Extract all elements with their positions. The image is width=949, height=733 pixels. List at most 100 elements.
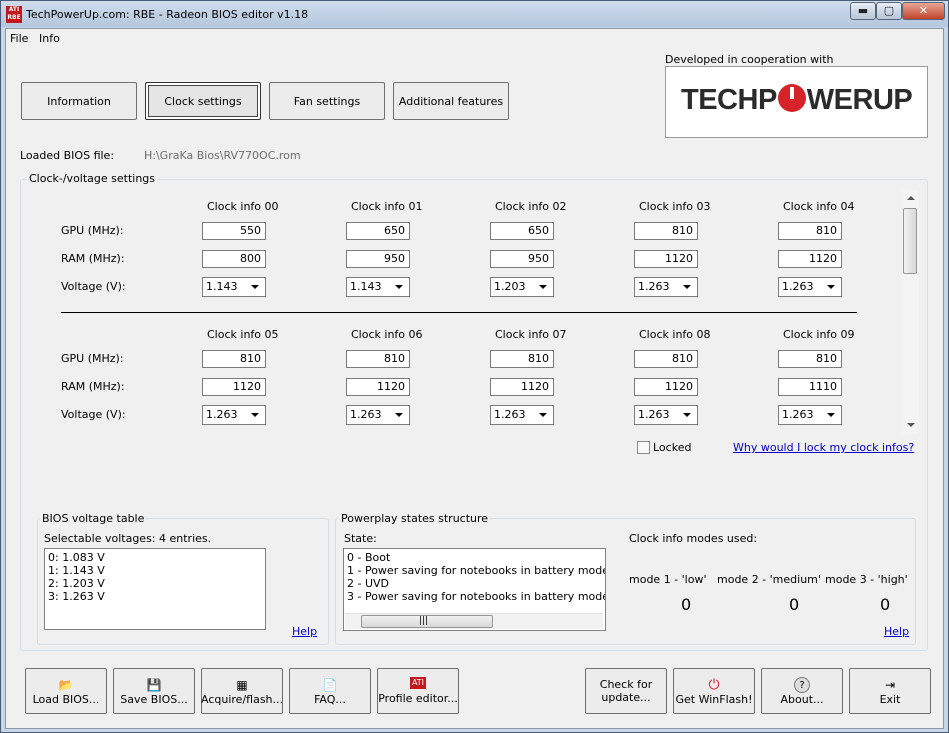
clock-info-header: Clock info 09 xyxy=(783,328,855,341)
gpu-clock-input[interactable]: 810 xyxy=(778,222,842,240)
gpu-clock-input[interactable]: 810 xyxy=(634,350,698,368)
mode-medium-label: mode 2 - 'medium' xyxy=(717,573,821,586)
profile-editor-button[interactable]: ATI Profile editor... xyxy=(377,668,459,714)
tab-fan-settings[interactable]: Fan settings xyxy=(269,82,385,120)
menu-bar: File Info xyxy=(6,29,943,49)
list-item[interactable]: 2 - UVD xyxy=(344,577,605,590)
voltage-value: 1.263 xyxy=(206,408,238,421)
state-horizontal-scrollbar[interactable]: ||| xyxy=(345,613,603,629)
list-item[interactable]: 2: 1.203 V xyxy=(45,577,265,590)
voltage-dropdown[interactable]: 1.263 xyxy=(202,405,266,425)
floppy-icon: 💾 xyxy=(146,677,162,692)
scroll-up-icon[interactable] xyxy=(907,196,915,200)
list-item[interactable]: 3 - Power saving for notebooks in batter… xyxy=(344,590,605,603)
acquire-flash-button[interactable]: ▦ Acquire/flash... xyxy=(201,668,283,714)
minimize-button[interactable]: ▬ xyxy=(850,2,876,20)
exit-button[interactable]: ⇥ Exit xyxy=(849,668,931,714)
mode-medium-value: 0 xyxy=(789,595,800,614)
ram-clock-input[interactable]: 1120 xyxy=(778,250,842,268)
voltage-help-link[interactable]: Help xyxy=(292,625,317,638)
gpu-clock-input[interactable]: 650 xyxy=(346,222,410,240)
ram-clock-input[interactable]: 1120 xyxy=(490,378,554,396)
about-button[interactable]: ? About... xyxy=(761,668,843,714)
gpu-clock-input[interactable]: 810 xyxy=(778,350,842,368)
menu-file[interactable]: File xyxy=(10,32,28,45)
clock-info-header: Clock info 07 xyxy=(495,328,567,341)
lock-info-link[interactable]: Why would I lock my clock infos? xyxy=(733,441,914,454)
check-for-update-button[interactable]: Check for update... xyxy=(585,668,667,714)
clock-info-header: Clock info 06 xyxy=(351,328,423,341)
maximize-button[interactable]: ▢ xyxy=(876,2,902,20)
gpu-clock-input[interactable]: 810 xyxy=(490,350,554,368)
load-bios-button[interactable]: 📂 Load BIOS... xyxy=(25,668,107,714)
voltage-dropdown[interactable]: 1.263 xyxy=(490,405,554,425)
gpu-clock-input[interactable]: 810 xyxy=(634,222,698,240)
ram-clock-input[interactable]: 950 xyxy=(346,250,410,268)
gpu-clock-input[interactable]: 650 xyxy=(490,222,554,240)
mode-high-value: 0 xyxy=(880,595,891,614)
gpu-clock-input[interactable]: 550 xyxy=(202,222,266,240)
chevron-down-icon xyxy=(683,285,691,289)
ram-clock-input[interactable]: 1110 xyxy=(778,378,842,396)
row-label-gpu: GPU (MHz): xyxy=(61,352,124,365)
voltage-dropdown[interactable]: 1.263 xyxy=(634,277,698,297)
voltage-dropdown[interactable]: 1.143 xyxy=(202,277,266,297)
clock-vertical-scrollbar[interactable] xyxy=(902,190,919,434)
techpowerup-logo-panel[interactable]: TECHP WERUP xyxy=(665,66,928,138)
list-item[interactable]: 3: 1.263 V xyxy=(45,590,265,603)
voltage-dropdown[interactable]: 1.263 xyxy=(634,405,698,425)
button-label: Save BIOS... xyxy=(120,692,188,706)
voltage-table-title: BIOS voltage table xyxy=(40,512,147,525)
voltage-dropdown[interactable]: 1.263 xyxy=(778,277,842,297)
voltage-list[interactable]: 0: 1.083 V 1: 1.143 V 2: 1.203 V 3: 1.26… xyxy=(44,548,266,630)
scroll-thumb[interactable] xyxy=(903,208,917,274)
voltage-dropdown[interactable]: 1.263 xyxy=(346,405,410,425)
gpu-clock-input[interactable]: 810 xyxy=(346,350,410,368)
ram-clock-input[interactable]: 800 xyxy=(202,250,266,268)
list-item[interactable]: 1 - Power saving for notebooks in batter… xyxy=(344,564,605,577)
tab-information[interactable]: Information xyxy=(21,82,137,120)
powerplay-state-list[interactable]: 0 - Boot 1 - Power saving for notebooks … xyxy=(343,548,606,631)
voltage-dropdown[interactable]: 1.143 xyxy=(346,277,410,297)
tab-additional-features[interactable]: Additional features xyxy=(393,82,509,120)
list-item[interactable]: 1: 1.143 V xyxy=(45,564,265,577)
title-bar[interactable]: ATI RBE TechPowerUp.com: RBE - Radeon BI… xyxy=(1,1,948,27)
voltage-value: 1.263 xyxy=(782,408,814,421)
get-winflash-button[interactable]: ⏻ Get WinFlash! xyxy=(673,668,755,714)
button-label: Profile editor... xyxy=(378,692,458,705)
button-label: Check for update... xyxy=(599,678,653,704)
locked-label: Locked xyxy=(653,441,692,454)
row-label-voltage: Voltage (V): xyxy=(61,408,126,421)
scroll-thumb[interactable]: ||| xyxy=(361,615,493,628)
tab-clock-settings[interactable]: Clock settings xyxy=(145,82,261,120)
chevron-down-icon xyxy=(251,413,259,417)
ram-clock-input[interactable]: 1120 xyxy=(634,378,698,396)
list-item[interactable]: 0 - Boot xyxy=(344,551,605,564)
scroll-down-icon[interactable] xyxy=(907,423,915,427)
chevron-down-icon xyxy=(251,285,259,289)
ram-clock-input[interactable]: 1120 xyxy=(202,378,266,396)
locked-checkbox[interactable] xyxy=(637,441,650,454)
list-item[interactable]: 0: 1.083 V xyxy=(45,551,265,564)
help-icon: ? xyxy=(794,676,810,693)
menu-info[interactable]: Info xyxy=(39,32,60,45)
ram-clock-input[interactable]: 1120 xyxy=(346,378,410,396)
voltage-dropdown[interactable]: 1.203 xyxy=(490,277,554,297)
voltage-value: 1.263 xyxy=(638,408,670,421)
row-label-voltage: Voltage (V): xyxy=(61,280,126,293)
voltage-dropdown[interactable]: 1.263 xyxy=(778,405,842,425)
faq-button[interactable]: 📄 FAQ... xyxy=(289,668,371,714)
main-window: ATI RBE TechPowerUp.com: RBE - Radeon BI… xyxy=(0,0,949,733)
gpu-clock-input[interactable]: 810 xyxy=(202,350,266,368)
chevron-down-icon xyxy=(395,413,403,417)
powerplay-help-link[interactable]: Help xyxy=(884,625,909,638)
clock-info-header: Clock info 01 xyxy=(351,200,423,213)
document-icon: 📄 xyxy=(322,677,338,692)
bios-file-path: H:\GraKa Bios\RV770OC.rom xyxy=(144,149,301,162)
close-button[interactable]: ✕ xyxy=(902,2,945,20)
client-area: File Info Information Clock settings Fan… xyxy=(5,28,944,729)
clock-info-grid: GPU (MHz): RAM (MHz): Voltage (V): Clock in… xyxy=(42,194,902,434)
ram-clock-input[interactable]: 950 xyxy=(490,250,554,268)
save-bios-button[interactable]: 💾 Save BIOS... xyxy=(113,668,195,714)
ram-clock-input[interactable]: 1120 xyxy=(634,250,698,268)
